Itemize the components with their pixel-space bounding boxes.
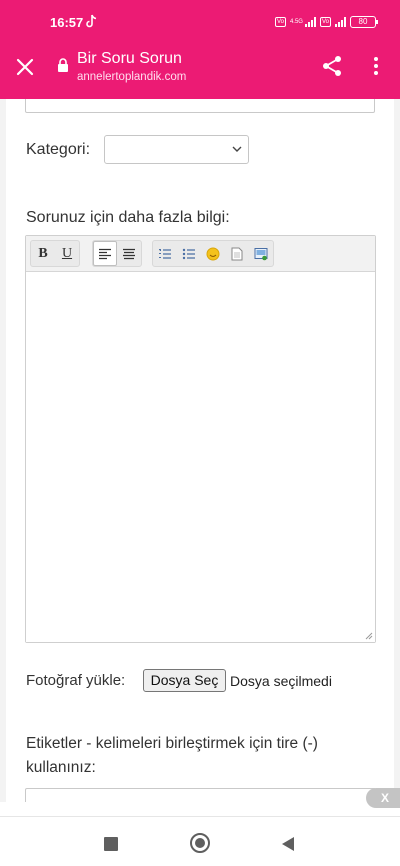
page-url: annelertoplandik.com [77, 71, 187, 83]
close-icon[interactable] [14, 56, 36, 78]
sorunuz-label: Sorunuz için daha fazla bilgi: [26, 209, 230, 226]
file-status-text: Dosya seçilmedi [230, 673, 332, 689]
underline-button[interactable]: U [55, 241, 79, 266]
form-card: Kategori: Sorunuz için daha fazla bilgi:… [6, 99, 394, 802]
network-type: 4.5G [289, 19, 303, 25]
editor-body[interactable] [26, 273, 375, 642]
format-group: B U [30, 240, 80, 267]
ordered-list-button[interactable] [153, 241, 177, 266]
align-left-button[interactable] [93, 241, 117, 266]
align-left-icon [99, 248, 111, 259]
recents-icon[interactable] [104, 837, 118, 851]
align-justify-button[interactable] [117, 241, 141, 266]
smiley-icon [206, 247, 220, 260]
insert-image-button[interactable] [249, 241, 273, 266]
editor-toolbar: B U [26, 236, 375, 272]
emoticon-button[interactable] [201, 241, 225, 266]
chevron-down-icon [232, 146, 242, 152]
unordered-list-icon [182, 248, 195, 259]
battery-icon: 80 [350, 16, 378, 28]
tiktok-icon [86, 14, 97, 28]
kategori-label: Kategori: [26, 141, 91, 158]
close-ad-button[interactable]: X [366, 788, 400, 808]
title-input[interactable] [25, 99, 375, 113]
more-options-icon[interactable] [367, 56, 385, 76]
tags-input[interactable] [25, 788, 376, 802]
volte-icon: Vo [274, 17, 286, 27]
system-nav-bar [0, 816, 400, 866]
photo-upload-label: Fotoğraf yükle: [26, 672, 126, 689]
bold-button[interactable]: B [31, 241, 55, 266]
home-icon[interactable] [190, 833, 210, 853]
tags-label: Etiketler - kelimeleri birleştirmek için… [26, 735, 318, 776]
lock-icon [58, 58, 68, 72]
align-justify-icon [123, 248, 135, 259]
ordered-list-icon [159, 248, 171, 259]
volte-icon-2: Vo [319, 17, 331, 27]
signal-icon [304, 17, 316, 27]
web-content: Kategori: Sorunuz için daha fazla bilgi:… [0, 99, 400, 802]
insert-page-button[interactable] [225, 241, 249, 266]
status-indicators: Vo 4.5G Vo 80 [274, 14, 378, 30]
choose-file-button[interactable]: Dosya Seç [143, 669, 226, 692]
unordered-list-button[interactable] [177, 241, 201, 266]
status-time: 16:57 [50, 15, 84, 30]
kategori-select[interactable] [104, 135, 249, 164]
page-title-block: Bir Soru Sorun annelertoplandik.com [77, 49, 186, 85]
signal-icon-2 [335, 17, 346, 27]
resize-grip-icon[interactable] [365, 632, 373, 640]
browser-header: 16:57 Vo 4.5G Vo 80 Bir Soru Sorun annel… [0, 0, 400, 99]
document-icon [231, 247, 243, 260]
status-bar: 16:57 Vo 4.5G Vo 80 [0, 0, 400, 44]
share-icon[interactable] [321, 55, 343, 77]
rich-text-editor: B U [25, 235, 376, 643]
insert-group [152, 240, 274, 267]
back-icon[interactable] [281, 836, 295, 852]
page-title: Bir Soru Sorun [77, 50, 182, 67]
align-group [92, 240, 142, 267]
image-icon [254, 247, 268, 260]
